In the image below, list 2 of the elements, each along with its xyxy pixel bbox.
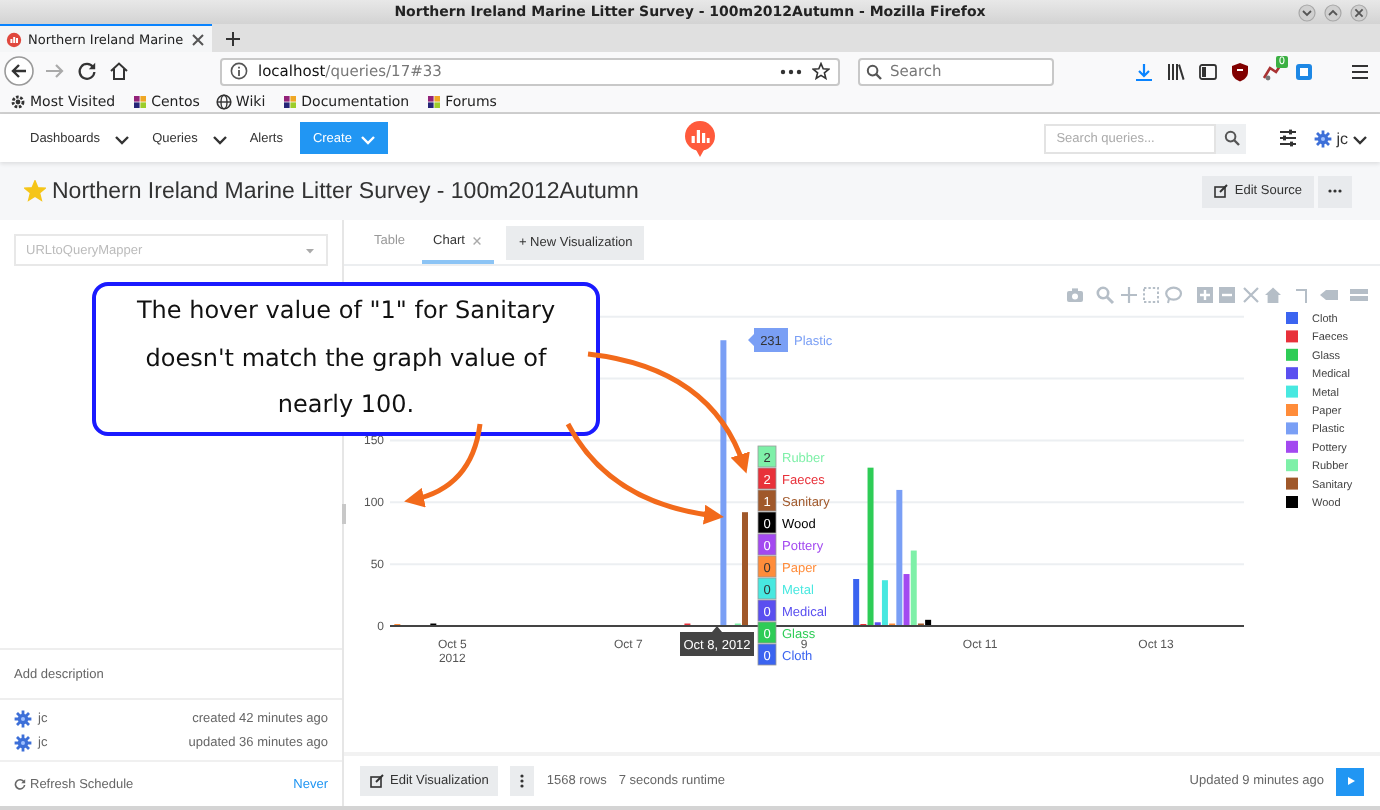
callout: The hover value of "1" for Sanitary doesn't match the graph value of nearly 100. (92, 282, 600, 436)
query-title: Northern Ireland Marine Litter Survey - 100m2012Autumn (52, 179, 639, 203)
